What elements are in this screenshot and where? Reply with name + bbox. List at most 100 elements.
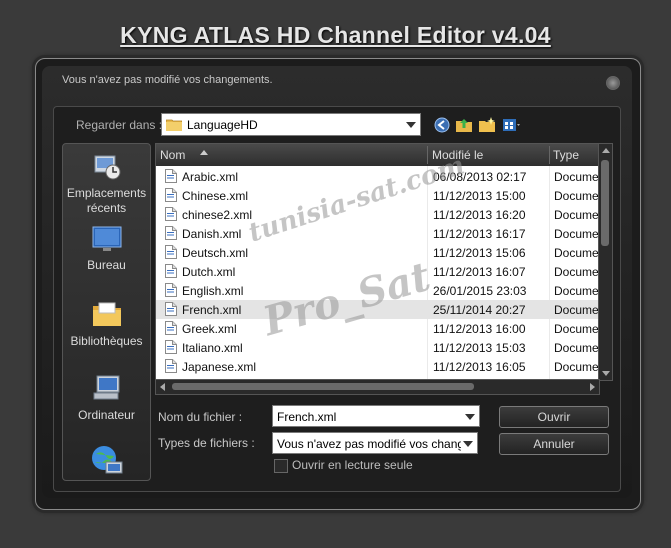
scroll-down-icon[interactable] bbox=[602, 371, 610, 376]
look-in-combo[interactable]: LanguageHD bbox=[161, 113, 421, 136]
file-name: Danish.xml bbox=[182, 227, 242, 241]
file-date: 25/11/2014 20:27 bbox=[433, 303, 526, 317]
xml-file-icon bbox=[165, 283, 177, 297]
file-type: Docume bbox=[554, 303, 599, 317]
filetype-value: Vous n'avez pas modifié vos changem bbox=[277, 437, 461, 451]
dialog-title: Vous n'avez pas modifié vos changements. bbox=[62, 74, 273, 86]
file-date: 11/12/2013 15:03 bbox=[433, 341, 526, 355]
open-button[interactable]: Ouvrir bbox=[499, 406, 609, 428]
filename-field[interactable]: French.xml bbox=[272, 405, 480, 427]
file-name: Italiano.xml bbox=[182, 341, 243, 355]
network-icon bbox=[91, 446, 122, 474]
place-desktop[interactable]: Bureau bbox=[63, 224, 150, 273]
file-date: 11/12/2013 16:20 bbox=[433, 208, 526, 222]
file-date: 11/12/2013 16:07 bbox=[433, 265, 526, 279]
table-row[interactable]: Japanese.xml 11/12/2013 16:05 Docume bbox=[156, 357, 599, 376]
libraries-icon bbox=[92, 302, 121, 326]
xml-file-icon bbox=[165, 226, 177, 240]
vertical-scroll-thumb[interactable] bbox=[601, 160, 609, 246]
sort-ascending-icon bbox=[200, 150, 208, 155]
file-date: 11/12/2013 16:05 bbox=[433, 360, 526, 374]
horizontal-scroll-thumb[interactable] bbox=[172, 383, 474, 390]
filename-label: Nom du fichier : bbox=[158, 410, 243, 424]
place-libraries[interactable]: Bibliothèques bbox=[63, 298, 150, 349]
computer-icon bbox=[93, 375, 119, 400]
file-list-header: Nom Modifié le Type bbox=[156, 144, 599, 166]
vertical-scrollbar[interactable] bbox=[598, 143, 613, 381]
help-icon[interactable] bbox=[606, 76, 620, 90]
readonly-checkbox[interactable] bbox=[274, 459, 288, 473]
xml-file-icon bbox=[165, 264, 177, 278]
horizontal-scrollbar[interactable] bbox=[155, 379, 600, 395]
up-folder-icon[interactable] bbox=[455, 116, 473, 134]
file-type: Docume bbox=[554, 170, 599, 184]
view-menu-icon[interactable] bbox=[502, 116, 520, 134]
file-list[interactable]: Nom Modifié le Type Arabic.xml 06/08/2013… bbox=[155, 143, 600, 381]
file-name: Deutsch.xml bbox=[182, 246, 249, 260]
recent-places-icon bbox=[94, 155, 120, 180]
xml-file-icon bbox=[165, 207, 177, 221]
table-row[interactable]: chinese2.xml 11/12/2013 16:20 Docume bbox=[156, 205, 599, 224]
table-row[interactable]: Chinese.xml 11/12/2013 15:00 Docume bbox=[156, 186, 599, 205]
filetype-select[interactable]: Vous n'avez pas modifié vos changem bbox=[272, 432, 478, 454]
table-row[interactable]: Arabic.xml 06/08/2013 02:17 Docume bbox=[156, 167, 599, 186]
table-row[interactable]: Italiano.xml 11/12/2013 15:03 Docume bbox=[156, 338, 599, 357]
table-row[interactable]: English.xml 26/01/2015 23:03 Docume bbox=[156, 281, 599, 300]
file-type: Docume bbox=[554, 246, 599, 260]
xml-file-icon bbox=[165, 321, 177, 335]
chevron-down-icon bbox=[406, 122, 416, 128]
places-bar: Emplacements récents Bureau Bibliothèque… bbox=[62, 143, 151, 481]
file-date: 06/08/2013 02:17 bbox=[433, 170, 527, 184]
desktop-icon bbox=[92, 226, 121, 251]
file-type: Docume bbox=[554, 341, 599, 355]
readonly-label: Ouvrir en lecture seule bbox=[292, 458, 413, 472]
place-label: Emplacements récents bbox=[66, 186, 147, 215]
folder-icon bbox=[166, 119, 182, 131]
filename-value: French.xml bbox=[277, 410, 337, 424]
place-label: Ordinateur bbox=[78, 408, 135, 422]
filetype-label: Types de fichiers : bbox=[158, 436, 255, 450]
place-label: Bureau bbox=[87, 258, 126, 272]
place-label: Bibliothèques bbox=[70, 334, 143, 348]
file-name: Chinese.xml bbox=[182, 189, 249, 203]
new-folder-icon[interactable] bbox=[478, 116, 496, 134]
table-row[interactable]: Deutsch.xml 11/12/2013 15:06 Docume bbox=[156, 243, 599, 262]
file-name: chinese2.xml bbox=[182, 208, 253, 222]
table-row[interactable]: Danish.xml 11/12/2013 16:17 Docume bbox=[156, 224, 599, 243]
file-name: Japanese.xml bbox=[182, 360, 257, 374]
column-header-modified[interactable]: Modifié le bbox=[432, 148, 483, 162]
app-title: KYNG ATLAS HD Channel Editor v4.04 bbox=[120, 22, 551, 48]
place-network[interactable] bbox=[63, 444, 150, 480]
scroll-right-icon[interactable] bbox=[590, 383, 595, 391]
file-name: Arabic.xml bbox=[182, 170, 239, 184]
xml-file-icon bbox=[165, 340, 177, 354]
file-date: 11/12/2013 15:00 bbox=[433, 189, 526, 203]
file-name: French.xml bbox=[182, 303, 242, 317]
file-date: 26/01/2015 23:03 bbox=[433, 284, 527, 298]
column-header-name[interactable]: Nom bbox=[160, 148, 185, 162]
back-icon[interactable] bbox=[433, 116, 451, 134]
place-recent[interactable]: Emplacements récents bbox=[63, 150, 150, 216]
file-type: Docume bbox=[554, 265, 599, 279]
scroll-up-icon[interactable] bbox=[602, 148, 610, 153]
file-date: 11/12/2013 16:17 bbox=[433, 227, 526, 241]
xml-file-icon bbox=[165, 359, 177, 373]
file-type: Docume bbox=[554, 322, 599, 336]
chevron-down-icon[interactable] bbox=[465, 414, 475, 420]
file-date: 11/12/2013 15:06 bbox=[433, 246, 526, 260]
look-in-value: LanguageHD bbox=[187, 118, 258, 132]
chevron-down-icon[interactable] bbox=[463, 441, 473, 447]
file-name: English.xml bbox=[182, 284, 244, 298]
table-row[interactable]: French.xml 25/11/2014 20:27 Docume bbox=[156, 300, 599, 319]
xml-file-icon bbox=[165, 245, 177, 259]
file-name: Dutch.xml bbox=[182, 265, 236, 279]
table-row[interactable]: Dutch.xml 11/12/2013 16:07 Docume bbox=[156, 262, 599, 281]
table-row[interactable]: Greek.xml 11/12/2013 16:00 Docume bbox=[156, 319, 599, 338]
place-computer[interactable]: Ordinateur bbox=[63, 372, 150, 423]
cancel-button[interactable]: Annuler bbox=[499, 433, 609, 455]
file-name: Greek.xml bbox=[182, 322, 237, 336]
column-header-type[interactable]: Type bbox=[553, 148, 579, 162]
scroll-left-icon[interactable] bbox=[160, 383, 165, 391]
xml-file-icon bbox=[165, 188, 177, 202]
file-type: Docume bbox=[554, 189, 599, 203]
